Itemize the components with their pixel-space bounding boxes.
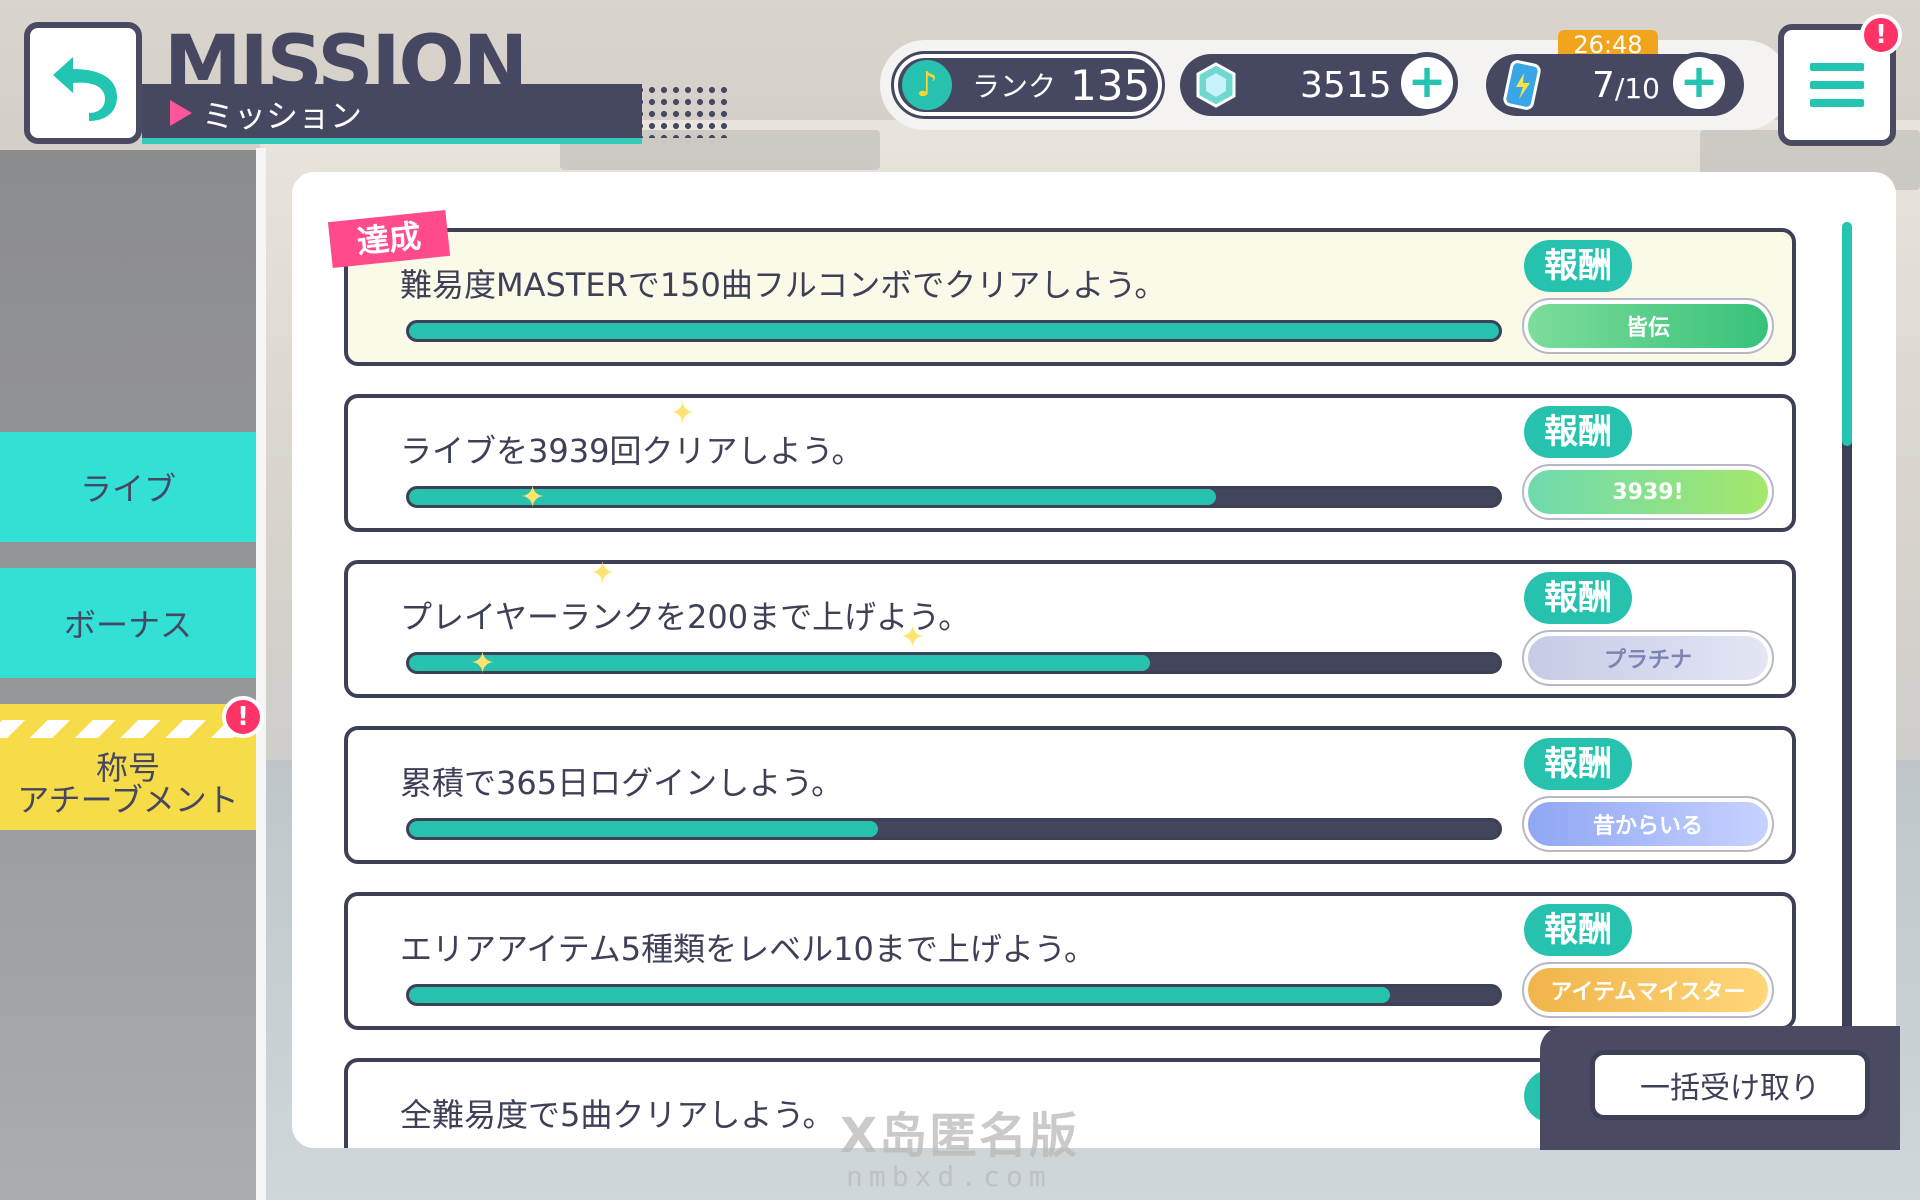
mission-row[interactable]: 難易度MASTERで150曲フルコンボでクリアしよう。 報酬 皆伝 [344, 228, 1796, 366]
progress-bar [406, 652, 1502, 674]
rank-value: 135 [1070, 60, 1151, 110]
reward-title-badge[interactable]: 昔からいる [1522, 796, 1774, 852]
reward-label: 報酬 [1524, 406, 1632, 458]
reward-name: 3939! [1612, 479, 1684, 505]
sidebar-item-label: 称号 [95, 749, 160, 787]
menu-line-icon [1810, 81, 1864, 89]
stamina-max: /10 [1614, 71, 1660, 105]
reward-label: 報酬 [1524, 904, 1632, 956]
reward-label: 報酬 [1524, 572, 1632, 624]
mission-row[interactable]: 累積で365日ログインしよう。 報酬 昔からいる [344, 726, 1796, 864]
back-arrow-icon [53, 57, 117, 121]
side-divider [256, 148, 266, 1200]
watermark: X岛匿名版 [840, 1108, 1080, 1164]
music-note-icon: ♪ [902, 60, 952, 110]
reward-title-badge[interactable]: 3939! [1522, 464, 1774, 520]
progress-bar [406, 984, 1502, 1006]
reward-name: 昔からいる [1592, 814, 1703, 839]
energy-drink-icon [1503, 60, 1541, 110]
bulk-receive-button[interactable]: 一括受け取り [1590, 1050, 1870, 1120]
add-gems-button[interactable]: + [1396, 52, 1458, 114]
mission-text: プレイヤーランクを200まで上げよう。 [400, 598, 971, 636]
play-triangle-icon [170, 100, 192, 126]
reward-title-badge[interactable]: プラチナ [1522, 630, 1774, 686]
progress-bar [406, 486, 1502, 508]
achievement-alert-badge: ! [222, 696, 264, 738]
reward-name: プラチナ [1603, 648, 1692, 673]
title-dots-decoration [622, 84, 732, 138]
progress-fill [409, 821, 878, 837]
sidebar-item-label: ライブ [79, 470, 176, 508]
stamina-current: 7 [1592, 64, 1615, 106]
mission-row[interactable]: ライブを3939回クリアしよう。 報酬 3939! [344, 394, 1796, 532]
gem-count: 3515 [1300, 64, 1392, 106]
sparkle-icon: ✦ [900, 620, 926, 655]
reward-name: アイテムマイスター [1550, 980, 1746, 1005]
page-subtitle: ミッション [202, 97, 363, 135]
sidebar-item-label: アチーブメント [17, 781, 239, 819]
reward-label: 報酬 [1524, 240, 1632, 292]
mission-row[interactable]: プレイヤーランクを200まで上げよう。 報酬 プラチナ [344, 560, 1796, 698]
add-stamina-button[interactable]: + [1668, 52, 1730, 114]
rank-display: ♪ ランク 135 [891, 51, 1165, 119]
progress-fill [409, 323, 1499, 339]
gem-icon [1196, 62, 1236, 108]
mission-text: 累積で365日ログインしよう。 [400, 764, 844, 802]
sparkle-icon: ✦ [590, 556, 616, 591]
sidebar-item-live[interactable]: ライブ [0, 432, 256, 542]
watermark-url: nmbxd.com [846, 1160, 1052, 1193]
mission-text: 難易度MASTERで150曲フルコンボでクリアしよう。 [400, 266, 1167, 304]
bulk-receive-label: 一括受け取り [1640, 1071, 1820, 1106]
progress-bar [406, 818, 1502, 840]
mission-row[interactable]: エリアアイテム5種類をレベル10まで上げよう。 報酬 アイテムマイスター [344, 892, 1796, 1030]
menu-line-icon [1810, 63, 1864, 71]
reward-name: 皆伝 [1625, 316, 1670, 341]
progress-bar [406, 320, 1502, 342]
back-button[interactable] [24, 22, 142, 144]
mission-text: 全難易度で5曲クリアしよう。 [400, 1096, 835, 1134]
menu-line-icon [1810, 99, 1864, 107]
menu-alert-badge: ! [1860, 14, 1902, 56]
sparkle-icon: ✦ [670, 396, 696, 431]
sidebar-item-achievement[interactable]: 称号 アチーブメント [0, 704, 256, 830]
progress-fill [409, 987, 1390, 1003]
sidebar-item-bonus[interactable]: ボーナス [0, 568, 256, 678]
sparkle-icon: ✦ [520, 480, 546, 515]
reward-title-badge[interactable]: アイテムマイスター [1522, 962, 1774, 1018]
page-title-block: MISSION ミッション [132, 20, 732, 150]
progress-fill [409, 655, 1151, 671]
reward-title-badge[interactable]: 皆伝 [1522, 298, 1774, 354]
sidebar-item-label: ボーナス [63, 606, 192, 644]
mission-text: ライブを3939回クリアしよう。 [400, 432, 864, 470]
rank-label: ランク [972, 70, 1057, 103]
mission-text: エリアアイテム5種類をレベル10まで上げよう。 [400, 930, 1096, 968]
sparkle-icon: ✦ [470, 646, 496, 681]
scrollbar-thumb[interactable] [1842, 222, 1852, 446]
reward-label: 報酬 [1524, 738, 1632, 790]
